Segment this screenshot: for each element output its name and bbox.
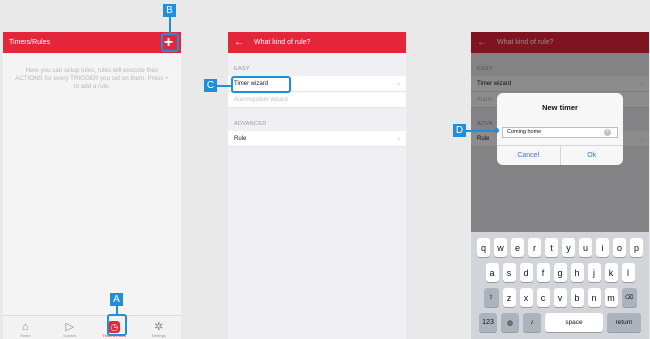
tab-label: Scenes	[63, 333, 77, 338]
key[interactable]: b	[570, 288, 584, 307]
callout-badge-a: A	[110, 293, 123, 306]
globe-icon[interactable]: ◍	[501, 313, 519, 332]
gear-icon: ✲	[154, 321, 164, 333]
callout-highlight	[231, 76, 291, 93]
backspace-icon[interactable]: ⌫	[621, 288, 637, 307]
key[interactable]: s	[502, 263, 516, 282]
top-bar: ← What kind of rule?	[228, 32, 406, 53]
new-timer-dialog: New timer Coming home × Cancel Ok	[497, 93, 623, 165]
key[interactable]: x	[519, 288, 533, 307]
key[interactable]: o	[613, 238, 626, 257]
section-header-easy: EASY	[234, 66, 250, 72]
space-key[interactable]: space	[545, 313, 603, 332]
key[interactable]: t	[545, 238, 558, 257]
key[interactable]: j	[587, 263, 601, 282]
callout-dot	[494, 128, 499, 133]
tab-settings[interactable]: ✲ Settings	[137, 316, 182, 339]
keyboard-row-4: 123 ◍ ♪ space return	[471, 313, 649, 332]
key[interactable]: a	[485, 263, 499, 282]
tab-label: Home	[19, 333, 31, 338]
key[interactable]: l	[621, 263, 635, 282]
key[interactable]: i	[596, 238, 609, 257]
chevron-right-icon: ›	[397, 79, 400, 88]
key[interactable]: f	[536, 263, 550, 282]
keyboard-row-3: ⇧ z x c v b n m ⌫	[471, 288, 649, 307]
callout-badge-d: D	[453, 124, 466, 137]
phone-screen-timers-rules: Timers/Rules + Here you can setup rules,…	[3, 32, 181, 339]
item-label: Rule	[234, 135, 247, 142]
phone-screen-new-timer: ← What kind of rule? EASY Timer wizard ›…	[471, 32, 649, 339]
play-circle-icon: ▷	[65, 321, 74, 333]
key[interactable]: c	[536, 288, 550, 307]
return-key[interactable]: return	[607, 313, 641, 332]
page-title: Timers/Rules	[9, 39, 50, 46]
top-bar: Timers/Rules +	[3, 32, 181, 53]
key[interactable]: d	[519, 263, 533, 282]
input-value: Coming home	[507, 129, 542, 135]
key[interactable]: n	[587, 288, 601, 307]
tab-bar: ⌂ Home ▷ Scenes ◷ Timers/Rules ✲ Setting…	[3, 315, 181, 339]
callout-line	[217, 85, 232, 87]
key[interactable]: y	[562, 238, 575, 257]
tab-home[interactable]: ⌂ Home	[3, 316, 48, 339]
tab-scenes[interactable]: ▷ Scenes	[48, 316, 93, 339]
chevron-right-icon: ›	[397, 134, 400, 143]
callout-highlight	[161, 33, 179, 52]
key[interactable]: z	[502, 288, 516, 307]
keyboard: q w e r t y u i o p a s d f g h j k l ⇧ …	[471, 232, 649, 339]
dialog-title: New timer	[542, 103, 578, 112]
key[interactable]: r	[528, 238, 541, 257]
key[interactable]: k	[604, 263, 618, 282]
callout-line	[169, 17, 171, 34]
keyboard-row-2: a s d f g h j k l	[471, 263, 649, 282]
key[interactable]: e	[511, 238, 524, 257]
callout-highlight	[107, 314, 127, 336]
empty-state-info: Here you can setup rules, rules will exe…	[15, 67, 169, 90]
key[interactable]: w	[494, 238, 507, 257]
callout-line	[466, 130, 496, 132]
item-label: Alarmsystem wizard	[234, 96, 288, 103]
page-title: What kind of rule?	[254, 39, 311, 46]
key[interactable]: g	[553, 263, 567, 282]
keyboard-row-1: q w e r t y u i o p	[471, 238, 649, 257]
callout-badge-c: C	[204, 79, 217, 92]
cancel-button[interactable]: Cancel	[497, 146, 560, 165]
tab-label: Settings	[151, 333, 166, 338]
home-icon: ⌂	[21, 321, 29, 333]
key[interactable]: h	[570, 263, 584, 282]
clear-icon[interactable]: ×	[604, 129, 611, 136]
section-header-advanced: ADVANCED	[234, 121, 267, 127]
rule-item[interactable]: Rule ›	[228, 131, 406, 147]
key[interactable]: q	[477, 238, 490, 257]
key[interactable]: v	[553, 288, 567, 307]
ok-button[interactable]: Ok	[559, 146, 624, 165]
key[interactable]: u	[579, 238, 592, 257]
key[interactable]: m	[604, 288, 618, 307]
callout-badge-b: B	[163, 4, 176, 17]
microphone-icon[interactable]: ♪	[523, 313, 541, 332]
shift-icon[interactable]: ⇧	[483, 288, 499, 307]
timer-name-input[interactable]: Coming home ×	[502, 127, 618, 138]
numbers-key[interactable]: 123	[479, 313, 497, 332]
back-arrow-icon[interactable]: ←	[234, 37, 244, 48]
dialog-buttons: Cancel Ok	[497, 145, 623, 165]
alarm-wizard-item: Alarmsystem wizard	[228, 92, 406, 108]
key[interactable]: p	[630, 238, 643, 257]
